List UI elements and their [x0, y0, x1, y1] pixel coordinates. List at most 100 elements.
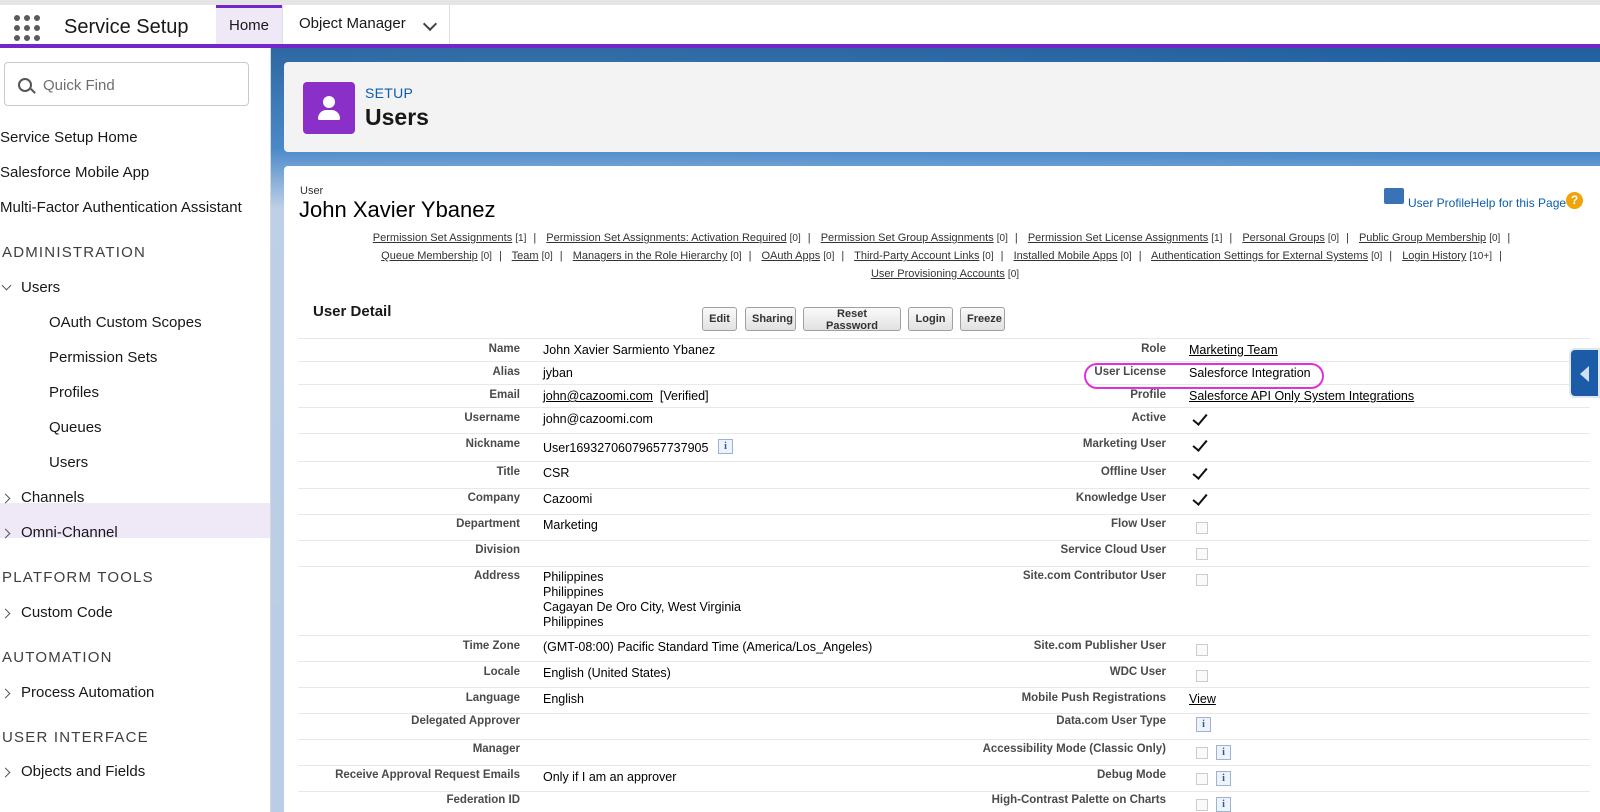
nav-omni-channel[interactable]: Omni-Channel [21, 524, 118, 541]
link-third-party-account-links[interactable]: Third-Party Account Links [854, 250, 979, 262]
app-launcher-icon[interactable] [14, 15, 40, 41]
nav-oauth-custom-scopes[interactable]: OAuth Custom Scopes [49, 314, 202, 331]
link-permission-set-group-assignments[interactable]: Permission Set Group Assignments [821, 232, 994, 244]
tab-object-manager[interactable]: Object Manager [282, 5, 450, 44]
field-label-time-zone: Time Zone [462, 640, 520, 652]
search-icon [18, 78, 32, 92]
view-link[interactable]: View [1189, 692, 1216, 706]
info-icon[interactable]: i [1196, 717, 1211, 732]
field-value-department: Marketing [543, 518, 598, 532]
link-public-group-membership[interactable]: Public Group Membership [1359, 232, 1486, 244]
login-button[interactable]: Login [908, 307, 953, 331]
field-value-time-zone: (GMT-08:00) Pacific Standard Time (Ameri… [543, 640, 873, 654]
nav-users[interactable]: Users [49, 454, 88, 471]
field-label-accessibility-mode: Accessibility Mode (Classic Only) [982, 743, 1166, 755]
nav-mfa-assistant[interactable]: Multi-Factor Authentication Assistant [0, 199, 242, 216]
link-count: [0] [996, 233, 1008, 244]
field-label-address: Address [473, 570, 520, 582]
link-personal-groups[interactable]: Personal Groups [1242, 232, 1325, 244]
field-label-offline-user: Offline User [1100, 466, 1166, 478]
link-count: [0] [1120, 251, 1132, 262]
field-label-site-contributor: Site.com Contributor User [1022, 570, 1166, 582]
link-login-history[interactable]: Login History [1402, 250, 1466, 262]
section-title-user-detail: User Detail [313, 303, 392, 320]
user-profile-help-icon[interactable] [1384, 188, 1404, 204]
link-authentication-settings[interactable]: Authentication Settings for External Sys… [1151, 250, 1368, 262]
field-label-locale: Locale [483, 666, 520, 678]
quick-find[interactable] [4, 62, 249, 106]
related-links-line-1: Permission Set Assignments [1] | Permissi… [372, 232, 1511, 244]
field-value-user-license: Salesforce Integration [1189, 366, 1311, 380]
nav-custom-code[interactable]: Custom Code [21, 604, 113, 621]
info-icon[interactable]: i [718, 439, 733, 454]
link-count: [1] [1211, 233, 1223, 244]
chevron-right-icon[interactable] [0, 493, 11, 504]
freeze-button[interactable]: Freeze [960, 307, 1005, 331]
row-divider [298, 713, 1590, 714]
field-label-marketing-user: Marketing User [1082, 438, 1166, 450]
row-divider [298, 488, 1590, 489]
chevron-down-icon[interactable] [1, 280, 12, 291]
info-icon[interactable]: i [1216, 797, 1231, 812]
link-psa-activation-required[interactable]: Permission Set Assignments: Activation R… [546, 232, 786, 244]
row-divider [298, 791, 1590, 792]
role-link[interactable]: Marketing Team [1189, 343, 1278, 357]
nav-heading-administration: ADMINISTRATION [2, 244, 147, 261]
page-title: Users [365, 104, 429, 130]
field-label-role: Role [1141, 343, 1166, 355]
chevron-right-icon[interactable] [0, 608, 11, 619]
chevron-right-icon[interactable] [0, 767, 11, 778]
nav-objects-and-fields[interactable]: Objects and Fields [21, 763, 145, 780]
link-managers-role-hierarchy[interactable]: Managers in the Role Hierarchy [573, 250, 728, 262]
related-links-line-2: Queue Membership [0] | Team [0] | Managers… [381, 250, 1502, 262]
row-divider [298, 514, 1590, 515]
nav-heading-platform-tools: PLATFORM TOOLS [2, 569, 154, 586]
field-label-company: Company [467, 492, 520, 504]
info-icon[interactable]: i [1216, 745, 1231, 760]
link-permission-set-assignments[interactable]: Permission Set Assignments [373, 232, 512, 244]
field-label-high-contrast: High-Contrast Palette on Charts [991, 794, 1166, 806]
nav-queues[interactable]: Queues [49, 419, 102, 436]
link-count: [0] [730, 251, 742, 262]
tab-home[interactable]: Home [216, 5, 282, 44]
link-count: [10+] [1469, 251, 1492, 262]
help-link[interactable]: User ProfileHelp for this Page [1408, 196, 1566, 210]
global-header: Service Setup Home Object Manager [0, 0, 1600, 48]
chevron-down-icon[interactable] [422, 16, 438, 32]
link-installed-mobile-apps[interactable]: Installed Mobile Apps [1014, 250, 1118, 262]
link-user-provisioning-accounts[interactable]: User Provisioning Accounts [871, 268, 1005, 280]
nav-salesforce-mobile-app[interactable]: Salesforce Mobile App [0, 164, 149, 181]
profile-link[interactable]: Salesforce API Only System Integrations [1189, 389, 1414, 403]
sharing-button[interactable]: Sharing [745, 307, 796, 331]
field-value-address-line-1: Philippines [543, 570, 604, 584]
link-oauth-apps[interactable]: OAuth Apps [761, 250, 820, 262]
nav-process-automation[interactable]: Process Automation [21, 684, 154, 701]
field-label-user-license: User License [1094, 366, 1166, 378]
help-question-icon[interactable]: ? [1566, 192, 1583, 209]
edit-button[interactable]: Edit [702, 307, 737, 331]
field-label-delegated-approver: Delegated Approver [411, 715, 520, 727]
reset-password-button[interactable]: Reset Password [803, 307, 901, 332]
field-label-alias: Alias [492, 366, 521, 378]
link-team[interactable]: Team [512, 250, 539, 262]
info-icon[interactable]: i [1216, 771, 1231, 786]
field-value-email: john@cazoomi.com [Verified] [543, 389, 709, 403]
link-queue-membership[interactable]: Queue Membership [381, 250, 478, 262]
email-link[interactable]: john@cazoomi.com [543, 389, 653, 403]
quick-find-input[interactable] [41, 73, 245, 97]
row-divider [298, 661, 1590, 662]
field-label-wdc-user: WDC User [1109, 666, 1166, 678]
link-permission-set-license-assignments[interactable]: Permission Set License Assignments [1028, 232, 1208, 244]
field-label-datacom-user-type: Data.com User Type [1056, 715, 1166, 727]
nav-profiles[interactable]: Profiles [49, 384, 99, 401]
nav-users-group[interactable]: Users [21, 279, 60, 296]
chevron-right-icon[interactable] [0, 688, 11, 699]
field-label-mobile-push: Mobile Push Registrations [1021, 692, 1166, 704]
collapse-panel-tab[interactable] [1569, 348, 1600, 398]
nav-permission-sets[interactable]: Permission Sets [49, 349, 157, 366]
nav-channels[interactable]: Channels [21, 489, 84, 506]
nav-heading-automation: AUTOMATION [2, 649, 113, 666]
nav-service-setup-home[interactable]: Service Setup Home [0, 129, 138, 146]
field-label-language: Language [465, 692, 520, 704]
field-value-role: Marketing Team [1189, 343, 1278, 357]
